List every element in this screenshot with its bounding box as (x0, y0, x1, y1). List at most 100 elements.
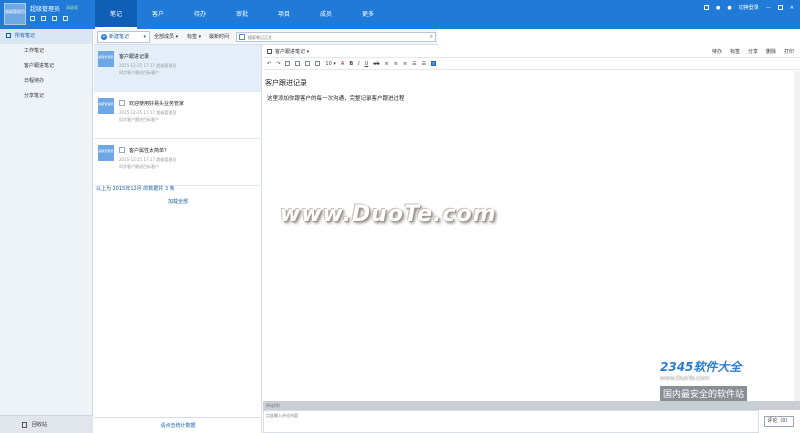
search-input[interactable] (237, 33, 397, 41)
search-icon[interactable]: ⌕ (430, 33, 433, 41)
note-type-icon (267, 49, 272, 54)
note-title: 欢迎使用好易头业务管家 (119, 100, 184, 107)
underline-icon[interactable]: U (365, 61, 369, 67)
avatar: 超级管理员 (98, 51, 114, 67)
recycle-bin-button[interactable]: 回收站 (0, 415, 93, 433)
comment-input[interactable] (264, 411, 564, 420)
stats-link[interactable]: 请点击统计数据 (94, 417, 262, 433)
quick-icons (30, 16, 68, 21)
sidebar-item-all-notes[interactable]: 所有笔记 (0, 29, 92, 44)
list-bullet-icon[interactable]: ☰ (412, 61, 416, 67)
sidebar-item-schedule[interactable]: 日程待办 (0, 74, 92, 89)
new-note-label: 新建笔记 (109, 34, 130, 40)
android-icon[interactable]: ● (727, 5, 731, 11)
new-note-button[interactable]: + 新建笔记 ▾ (97, 31, 150, 43)
list-summary: 以上为 2015年12月 的数据共 3 条 (96, 186, 175, 192)
note-title: 客户属性太简单？ (119, 147, 169, 154)
font-color-icon[interactable]: A (341, 61, 344, 67)
edition-badge: 高级版 (66, 5, 78, 10)
comment-box (263, 410, 759, 433)
comment-button[interactable]: 评论（0） (764, 416, 794, 427)
minimize-icon[interactable]: — (766, 5, 771, 11)
message-icon[interactable] (41, 16, 46, 21)
app-title: 超级管理员 (30, 6, 61, 13)
watermark-text: www.DuoTe.com (280, 202, 497, 227)
close-icon[interactable]: ✕ (790, 5, 794, 11)
list-number-icon[interactable]: ☰ (422, 61, 426, 67)
note-list: 超级管理员 客户跟进记录 2015-12-25 17:17 超级管理员 同步客户… (94, 45, 262, 433)
list-item[interactable]: 超级管理员 欢迎使用好易头业务管家 2015-12-25 17:17 超级管理员… (94, 92, 261, 139)
paint-icon[interactable] (285, 61, 291, 66)
watermark-site: www.DuoTe.com (660, 375, 710, 382)
filter-label: 全部成员 (154, 34, 175, 40)
print-button[interactable]: 打印 (784, 48, 794, 55)
avatar: 超级管理员 (98, 98, 114, 114)
note-type-label: 客户跟进笔记 (275, 49, 306, 55)
monitor-icon[interactable] (704, 5, 710, 10)
time-sort[interactable]: 最新时间 (209, 33, 229, 40)
window-controls: ● ● 切换登录 — ✕ (704, 4, 794, 11)
member-filter[interactable]: 全部成员 ▾ (154, 33, 178, 40)
note-checkbox[interactable] (119, 147, 125, 153)
font-size-value: 10 (325, 60, 332, 67)
tab-customers[interactable]: 客户 (137, 0, 179, 29)
delete-button[interactable]: 删除 (766, 48, 776, 55)
sidebar-item-customer-notes[interactable]: 客户跟进笔记 (0, 59, 92, 74)
editor-actions: 待办 标签 分享 删除 打印 (712, 48, 794, 55)
sidebar-item-work-notes[interactable]: 工作笔记 (0, 44, 92, 59)
save-icon[interactable] (431, 61, 437, 66)
align-left-icon[interactable]: ≡ (385, 61, 389, 67)
font-size-select[interactable]: 10 ▾ (325, 61, 335, 67)
mail-icon[interactable] (52, 16, 57, 21)
align-right-icon[interactable]: ≡ (403, 61, 407, 67)
tab-members[interactable]: 成员 (305, 0, 347, 29)
share-button[interactable]: 分享 (748, 48, 758, 55)
comment-bar[interactable]: 评论(0) (263, 401, 800, 410)
tab-more[interactable]: 更多 (347, 0, 389, 29)
align-center-icon[interactable]: ≡ (394, 61, 398, 67)
format-toolbar: ↶ ↷ 10 ▾ A B I U ab ≡ ≡ ≡ ☰ ☰ (263, 58, 800, 70)
note-checkbox[interactable] (119, 100, 125, 106)
note-body[interactable]: 这里添加你跟客户的每一次沟通，完整记录客户跟进过程 (267, 94, 405, 102)
watermark-corner: 2345软件大全 www.DuoTe.com 国内最安全的软件站 (660, 358, 748, 401)
tab-approval[interactable]: 审批 (221, 0, 263, 29)
note-title-text: 客户属性太简单？ (129, 148, 170, 154)
note-tag: 同步客户跟进目标客户 (119, 70, 159, 75)
search-scope-icon[interactable] (239, 34, 245, 40)
switch-login-link[interactable]: 切换登录 (739, 4, 759, 11)
apple-icon[interactable]: ● (716, 5, 720, 11)
note-title-field[interactable]: 客户跟进记录 (265, 78, 307, 88)
sidebar-item-shared[interactable]: 分享笔记 (0, 89, 92, 104)
list-item[interactable]: 超级管理员 客户属性太简单？ 2015-12-25 17:17 超级管理员 同步… (94, 139, 261, 186)
sidebar-item-label: 所有笔记 (15, 33, 36, 39)
undo-icon[interactable]: ↶ (267, 61, 271, 67)
tag-filter[interactable]: 标签 ▾ (187, 33, 201, 40)
note-title-text: 欢迎使用好易头业务管家 (129, 101, 185, 107)
note-tag: 同步客户跟进目标客户 (119, 164, 159, 169)
image-icon[interactable] (305, 61, 311, 66)
redo-icon[interactable]: ↷ (276, 61, 280, 67)
note-type-select[interactable]: 客户跟进笔记 ▾ (267, 48, 309, 55)
attach-icon[interactable] (315, 61, 321, 66)
tab-notes[interactable]: 笔记 (95, 0, 137, 29)
plus-icon: + (101, 34, 107, 40)
tab-todo[interactable]: 待办 (179, 0, 221, 29)
table-icon[interactable] (295, 61, 301, 66)
notebook-icon (6, 33, 11, 38)
note-tag: 同步客户跟进目标客户 (119, 117, 159, 122)
bold-icon[interactable]: B (349, 61, 353, 67)
tag-button[interactable]: 标签 (730, 48, 740, 55)
filter-label: 标签 (187, 34, 198, 40)
phone-icon[interactable] (63, 16, 68, 21)
italic-icon[interactable]: I (358, 61, 359, 67)
todo-button[interactable]: 待办 (712, 48, 722, 55)
load-all-link[interactable]: 加载全部 (94, 198, 262, 205)
list-item[interactable]: 超级管理员 客户跟进记录 2015-12-25 17:17 超级管理员 同步客户… (94, 45, 261, 92)
recycle-label: 回收站 (32, 422, 48, 428)
tab-projects[interactable]: 项目 (263, 0, 305, 29)
maximize-icon[interactable] (777, 5, 783, 10)
strike-icon[interactable]: ab (373, 61, 379, 67)
app-window: 超级管理员 超级管理员 高级版 笔记 客户 待办 审批 项目 成员 更多 ● ●… (0, 0, 800, 433)
home-icon[interactable] (30, 16, 35, 21)
vertical-scrollbar[interactable] (794, 71, 800, 401)
